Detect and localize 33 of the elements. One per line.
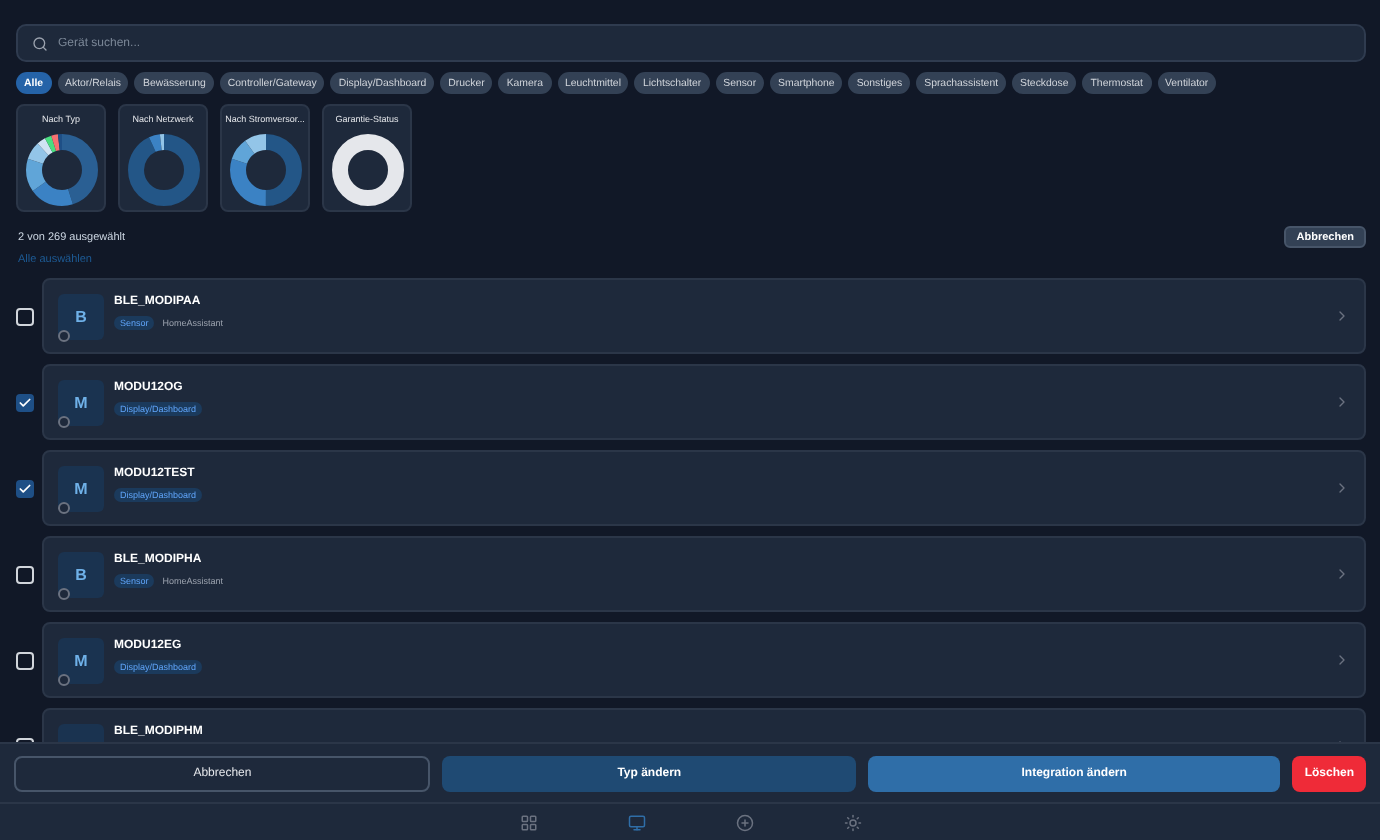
status-ring-icon (58, 416, 70, 428)
donut-chart (123, 130, 203, 210)
nav-button[interactable] (843, 813, 861, 831)
monitor-icon (627, 813, 645, 831)
nav-button[interactable] (519, 813, 537, 831)
donut-chart (225, 130, 305, 210)
avatar-letter: B (75, 308, 87, 326)
checkbox[interactable] (16, 479, 34, 497)
checkbox[interactable] (16, 307, 34, 325)
search-icon (32, 35, 48, 51)
nav-button[interactable] (627, 813, 645, 831)
status-ring-icon (58, 588, 70, 600)
checkbox[interactable] (16, 565, 34, 583)
chevron-icon (1334, 394, 1350, 410)
avatar-letter: M (74, 652, 88, 670)
checkbox[interactable] (16, 393, 34, 411)
add-icon (735, 813, 753, 831)
settings-icon (843, 813, 861, 831)
avatar-letter: B (75, 566, 87, 584)
nav-button[interactable] (735, 813, 753, 831)
chevron-icon (1334, 308, 1350, 324)
status-ring-icon (58, 330, 70, 342)
grid-icon (519, 813, 537, 831)
chevron-icon (1334, 566, 1350, 582)
avatar-letter: M (74, 394, 88, 412)
chevron-icon (1334, 652, 1350, 668)
avatar-letter: M (74, 480, 88, 498)
donut-chart (21, 130, 101, 210)
chevron-icon (1334, 480, 1350, 496)
status-ring-icon (58, 502, 70, 514)
donut-chart (327, 130, 407, 210)
status-ring-icon (58, 674, 70, 686)
checkbox[interactable] (16, 651, 34, 669)
